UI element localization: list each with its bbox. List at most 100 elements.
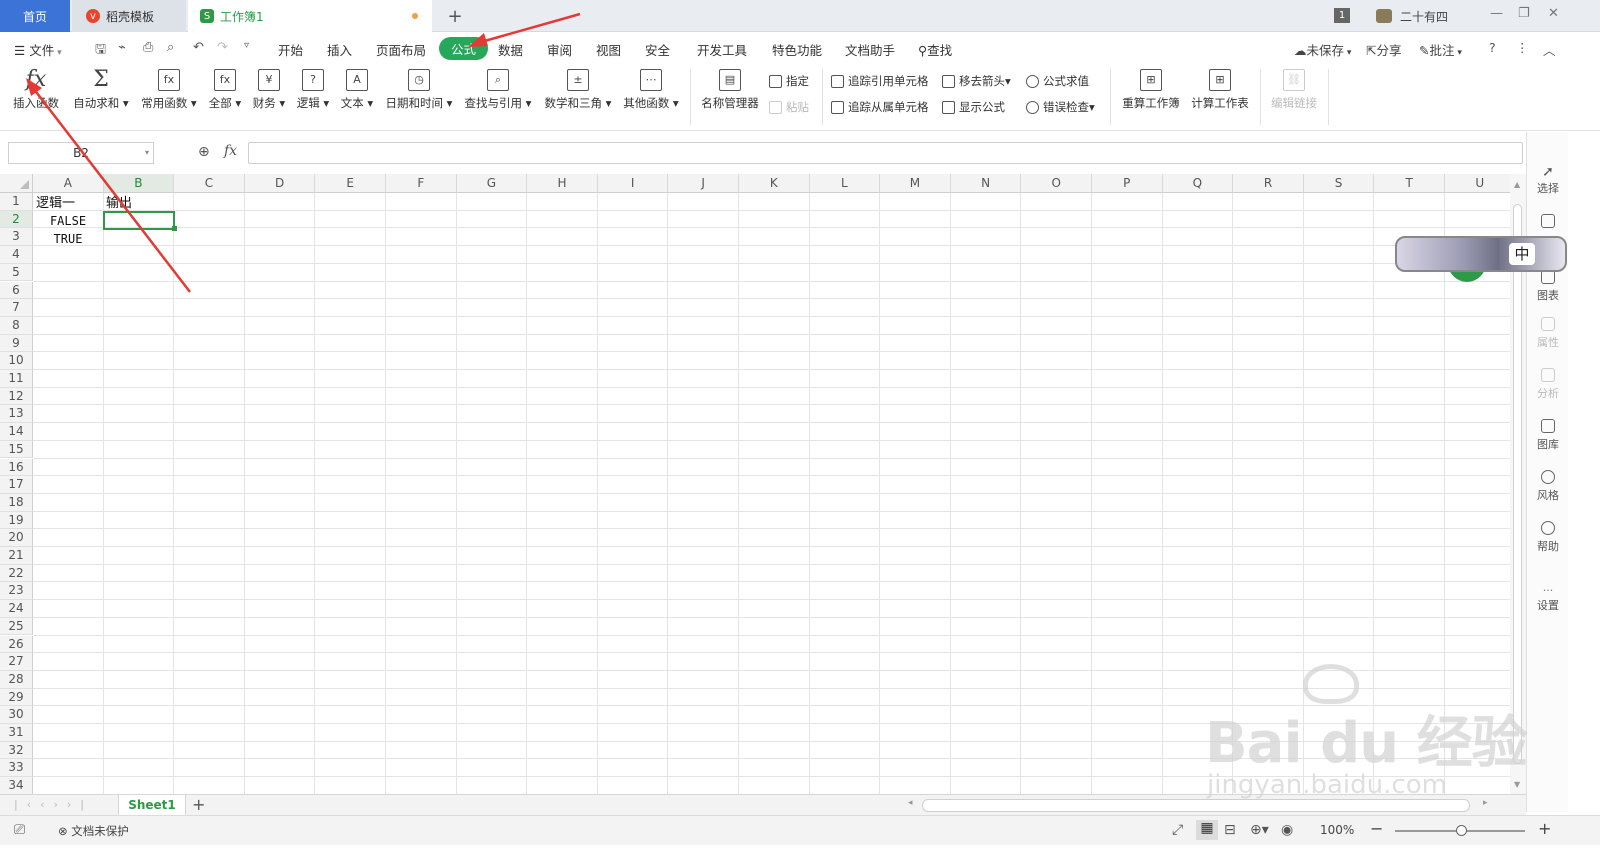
- column-header-A[interactable]: A: [33, 174, 104, 193]
- row-header-2[interactable]: 2: [0, 210, 33, 229]
- page-layout-icon[interactable]: ⊕▾: [1250, 822, 1269, 838]
- name-box[interactable]: B2 ▾: [8, 142, 154, 164]
- other-functions-button[interactable]: ⋯ 其他函数 ▾: [622, 69, 680, 111]
- row-header-5[interactable]: 5: [0, 263, 33, 282]
- side-analysis-button[interactable]: 分析: [1527, 368, 1569, 401]
- restore-icon[interactable]: ❐: [1518, 6, 1530, 21]
- trace-dependents-button[interactable]: 追踪从属单元格: [831, 99, 929, 115]
- column-header-E[interactable]: E: [315, 174, 386, 193]
- side-chart-button[interactable]: 图表: [1527, 270, 1569, 303]
- row-header-31[interactable]: 31: [0, 724, 33, 742]
- all-functions-button[interactable]: fx 全部 ▾: [208, 69, 242, 111]
- cell-A3[interactable]: TRUE: [33, 231, 103, 248]
- column-header-J[interactable]: J: [668, 174, 739, 193]
- evaluate-formula-button[interactable]: 公式求值: [1026, 73, 1089, 89]
- error-check-button[interactable]: 错误检查 ▾: [1026, 99, 1095, 115]
- menu-data[interactable]: 数据: [498, 40, 523, 59]
- page-break-icon[interactable]: ⊟: [1224, 822, 1236, 838]
- row-header-7[interactable]: 7: [0, 299, 33, 317]
- row-header-13[interactable]: 13: [0, 405, 33, 424]
- sheet-tab-sheet1[interactable]: Sheet1: [118, 795, 186, 816]
- zoom-level[interactable]: 100%: [1320, 823, 1354, 837]
- macro-icon[interactable]: ⎚: [14, 822, 25, 838]
- row-header-1[interactable]: 1: [0, 193, 33, 211]
- user-name[interactable]: 二十有四: [1400, 8, 1448, 25]
- selected-cell-B2[interactable]: [103, 211, 175, 230]
- save-icon[interactable]: 🖫: [95, 40, 106, 62]
- side-shapes-button[interactable]: [1527, 214, 1569, 231]
- new-tab-button[interactable]: +: [440, 0, 470, 32]
- format-painter-icon[interactable]: ⌁: [118, 40, 126, 55]
- normal-view-icon[interactable]: ▦: [1196, 820, 1218, 840]
- column-header-D[interactable]: D: [244, 174, 316, 193]
- finance-button[interactable]: ¥ 财务 ▾: [252, 69, 286, 111]
- minimize-icon[interactable]: —: [1490, 6, 1503, 21]
- menu-developer[interactable]: 开发工具: [697, 40, 747, 59]
- menu-view[interactable]: 视图: [596, 40, 621, 59]
- close-icon[interactable]: ✕: [1548, 6, 1559, 21]
- menu-insert[interactable]: 插入: [327, 40, 352, 59]
- tab-template[interactable]: v 稻壳模板: [72, 0, 186, 32]
- autosum-button[interactable]: Σ 自动求和 ▾: [72, 69, 130, 111]
- side-settings-button[interactable]: ··· 设置: [1527, 584, 1569, 613]
- eye-protection-icon[interactable]: ◉: [1281, 822, 1293, 838]
- row-header-30[interactable]: 30: [0, 706, 33, 724]
- scroll-left-icon[interactable]: ◂: [908, 798, 913, 808]
- row-header-3[interactable]: 3: [0, 228, 33, 247]
- side-gallery-button[interactable]: 图库: [1527, 419, 1569, 452]
- menu-security[interactable]: 安全: [645, 40, 670, 59]
- menu-file[interactable]: ☰ 文件 ▾: [14, 40, 62, 59]
- trace-precedents-button[interactable]: 追踪引用单元格: [831, 73, 929, 89]
- lookup-button[interactable]: ⌕ 查找与引用 ▾: [464, 69, 532, 111]
- zoom-in-button[interactable]: +: [1538, 819, 1551, 838]
- sheet-nav-icons[interactable]: |‹‹››|: [14, 798, 93, 811]
- avatar[interactable]: [1376, 9, 1392, 23]
- column-header-U[interactable]: U: [1445, 174, 1510, 193]
- row-header-28[interactable]: 28: [0, 670, 33, 689]
- column-header-L[interactable]: L: [809, 174, 881, 193]
- row-header-20[interactable]: 20: [0, 529, 33, 547]
- common-functions-button[interactable]: fx 常用函数 ▾: [140, 69, 198, 111]
- fx-icon[interactable]: fx: [224, 143, 237, 159]
- row-header-32[interactable]: 32: [0, 741, 33, 760]
- menu-page-layout[interactable]: 页面布局: [376, 40, 426, 59]
- fullscreen-icon[interactable]: ⤢: [1172, 822, 1183, 838]
- row-header-12[interactable]: 12: [0, 387, 33, 406]
- menu-home[interactable]: 开始: [278, 40, 303, 59]
- row-header-8[interactable]: 8: [0, 316, 33, 335]
- edit-links-button[interactable]: ⛓ 编辑链接: [1268, 69, 1320, 111]
- row-header-10[interactable]: 10: [0, 352, 33, 370]
- insert-function-button[interactable]: fx 插入函数: [12, 69, 60, 111]
- row-header-29[interactable]: 29: [0, 688, 33, 707]
- column-header-I[interactable]: I: [597, 174, 669, 193]
- print-preview-icon[interactable]: ⌕: [167, 40, 174, 55]
- zoom-slider-thumb[interactable]: [1456, 825, 1467, 836]
- row-header-25[interactable]: 25: [0, 617, 33, 636]
- select-all-corner[interactable]: [0, 174, 33, 193]
- datetime-button[interactable]: ◷ 日期和时间 ▾: [385, 69, 453, 111]
- cell-A2[interactable]: FALSE: [33, 213, 103, 230]
- row-header-9[interactable]: 9: [0, 334, 33, 353]
- formula-input[interactable]: [248, 142, 1523, 164]
- menu-doc-assistant[interactable]: 文档助手: [845, 40, 895, 59]
- side-select-button[interactable]: ➚ 选择: [1527, 164, 1569, 196]
- logic-button[interactable]: ? 逻辑 ▾: [296, 69, 330, 111]
- column-header-T[interactable]: T: [1374, 174, 1445, 193]
- collapse-ribbon-icon[interactable]: ︿: [1543, 40, 1556, 59]
- calc-sheet-button[interactable]: ⊞ 计算工作表: [1189, 69, 1251, 111]
- column-header-O[interactable]: O: [1021, 174, 1092, 193]
- tab-workbook[interactable]: S 工作簿1: [188, 0, 432, 32]
- fill-handle[interactable]: [172, 226, 177, 231]
- row-header-15[interactable]: 15: [0, 440, 33, 459]
- row-header-34[interactable]: 34: [0, 777, 33, 794]
- row-header-26[interactable]: 26: [0, 635, 33, 654]
- side-properties-button[interactable]: 属性: [1527, 317, 1569, 350]
- menu-search[interactable]: ⚲查找: [918, 40, 952, 59]
- undo-icon[interactable]: ↶: [193, 40, 204, 55]
- column-header-P[interactable]: P: [1092, 174, 1163, 193]
- row-header-21[interactable]: 21: [0, 547, 33, 565]
- row-header-18[interactable]: 18: [0, 493, 33, 512]
- cell-B1[interactable]: 输出: [106, 195, 132, 212]
- zoom-search-icon[interactable]: ⊕: [198, 144, 210, 160]
- row-header-14[interactable]: 14: [0, 423, 33, 441]
